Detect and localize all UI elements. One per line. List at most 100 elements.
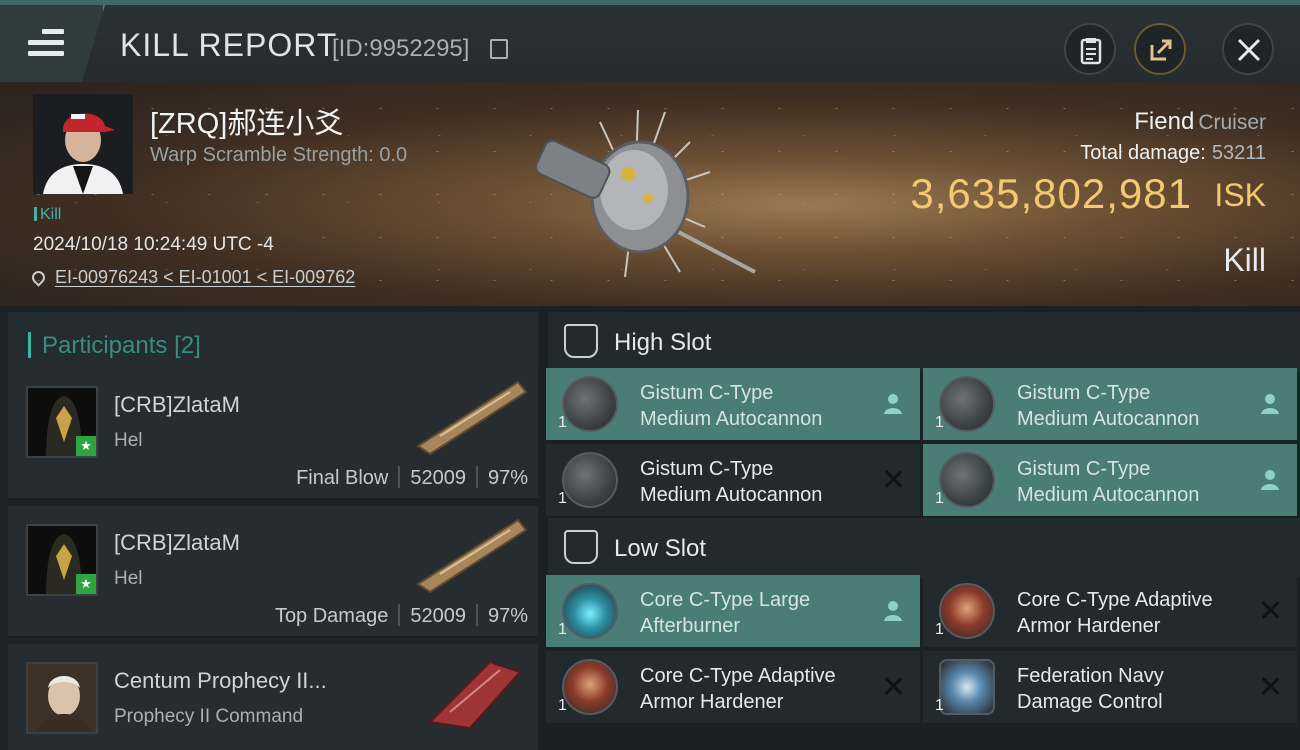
module-item[interactable]: 1 Core C-Type Adaptive Armor Hardener [546, 651, 920, 723]
autocannon-icon [562, 452, 618, 508]
participant-percent: 97% [487, 605, 528, 627]
report-id: [ID:9952295] [332, 35, 470, 62]
module-name: Core C-Type Large Afterburner [640, 589, 811, 637]
clipboard-button[interactable] [1064, 23, 1116, 75]
participant-ship: Prophecy II Command [114, 706, 304, 727]
hamburger-menu-icon [28, 29, 64, 57]
low-slot-icon [564, 530, 598, 564]
share-button[interactable] [1134, 23, 1186, 75]
victim-ship-line: Fiend Cruiser [1134, 108, 1266, 136]
damage-control-icon [939, 659, 995, 715]
participant-ship: Hel [114, 430, 143, 451]
armor-hardener-icon [562, 659, 618, 715]
accent-bar [28, 332, 31, 358]
victim-ship-image [535, 109, 756, 278]
module-name: Core C-Type Adaptive Armor Hardener [1017, 589, 1213, 637]
module-quantity: 1 [935, 697, 944, 714]
destroyed-x-icon [1259, 599, 1281, 621]
module-item[interactable]: 1 Core C-Type Large Afterburner [546, 575, 920, 647]
victim-ship-name[interactable]: Fiend [1134, 108, 1194, 135]
victim-banner: [ZRQ]郝连小爻 Warp Scramble Strength: 0.0 Ki… [0, 82, 1300, 306]
victim-ship-class: Cruiser [1198, 111, 1266, 134]
isk-unit: ISK [1214, 177, 1266, 213]
kill-report-header: KILL REPORT [ID:9952295] [0, 0, 1300, 82]
high-slot-title: High Slot [614, 329, 712, 356]
autocannon-icon [939, 376, 995, 432]
location-pin-icon [29, 268, 48, 287]
participant-percent: 97% [487, 467, 528, 489]
high-slot-header: High Slot [548, 312, 1300, 372]
participant-name[interactable]: [CRB]ZlataM [114, 392, 240, 418]
page-title: KILL REPORT [120, 27, 338, 63]
destroyed-x-icon [882, 468, 904, 490]
destroyed-x-icon [1259, 675, 1281, 697]
clipboard-icon [1080, 38, 1102, 65]
module-name: Gistum C-Type Medium Autocannon [1017, 458, 1200, 506]
victim-name[interactable]: [ZRQ]郝连小爻 [150, 100, 343, 142]
module-name: Core C-Type Adaptive Armor Hardener [640, 665, 836, 713]
module-quantity: 1 [935, 621, 944, 638]
afterburner-icon [562, 583, 618, 639]
participants-header: Participants [2] [8, 312, 538, 368]
copy-icon[interactable] [490, 39, 508, 59]
participant-ship-image [416, 380, 528, 456]
participant-row[interactable]: ★ [CRB]ZlataM Hel Top Damage 52009 97% [8, 506, 538, 638]
module-quantity: 1 [558, 621, 567, 638]
participant-stats: Top Damage 52009 97% [275, 604, 528, 628]
participant-damage: 52009 [410, 467, 466, 489]
armor-hardener-icon [939, 583, 995, 639]
total-damage-label: Total damage: [1080, 142, 1206, 164]
kill-tag: Kill [34, 206, 61, 224]
low-slot-title: Low Slot [614, 535, 707, 562]
module-quantity: 1 [935, 414, 944, 431]
module-quantity: 1 [558, 490, 567, 507]
low-slot-header: Low Slot [548, 518, 1300, 578]
close-icon [1237, 38, 1261, 62]
participant-name[interactable]: Centum Prophecy II... [114, 668, 327, 694]
module-quantity: 1 [558, 414, 567, 431]
module-item[interactable]: 1 Federation Navy Damage Control [923, 651, 1297, 723]
participant-avatar[interactable]: ★ [26, 524, 98, 596]
kill-tag-label: Kill [40, 206, 62, 223]
participant-stats: Final Blow 52009 97% [296, 466, 528, 490]
module-item[interactable]: 1 Gistum C-Type Medium Autocannon [923, 368, 1297, 440]
module-name: Federation Navy Damage Control [1017, 665, 1164, 713]
participant-row[interactable]: Centum Prophecy II... Prophecy II Comman… [8, 644, 538, 750]
module-item[interactable]: 1 Gistum C-Type Medium Autocannon [546, 368, 920, 440]
module-quantity: 1 [935, 490, 944, 507]
module-item[interactable]: 1 Core C-Type Adaptive Armor Hardener [923, 575, 1297, 647]
participant-ship: Hel [114, 568, 143, 589]
result-label: Kill [1223, 242, 1266, 278]
module-name: Gistum C-Type Medium Autocannon [640, 382, 823, 430]
total-damage-value: 53211 [1211, 142, 1266, 164]
autocannon-icon [562, 376, 618, 432]
location-link[interactable]: EI-00976243 < EI-01001 < EI-009762 [29, 267, 355, 288]
share-icon [1150, 39, 1172, 61]
victim-avatar[interactable] [33, 94, 133, 194]
dropped-person-icon [1261, 394, 1279, 414]
destroyed-x-icon [882, 675, 904, 697]
close-button[interactable] [1222, 23, 1274, 75]
warp-scramble-strength: Warp Scramble Strength: 0.0 [150, 144, 408, 166]
participant-name[interactable]: [CRB]ZlataM [114, 530, 240, 556]
isk-value: 3,635,802,981 [910, 170, 1192, 217]
participants-title: Participants [2] [42, 332, 201, 359]
menu-button[interactable] [0, 5, 105, 82]
star-badge-icon: ★ [76, 436, 96, 456]
participant-avatar[interactable]: ★ [26, 386, 98, 458]
participant-row[interactable]: ★ [CRB]ZlataM Hel Final Blow 52009 97% [8, 368, 538, 500]
participant-avatar[interactable] [26, 662, 98, 734]
location-route[interactable]: EI-00976243 < EI-01001 < EI-009762 [55, 267, 355, 287]
module-name: Gistum C-Type Medium Autocannon [1017, 382, 1200, 430]
dropped-person-icon [884, 601, 902, 621]
participant-ship-image [427, 660, 522, 730]
star-badge-icon: ★ [76, 574, 96, 594]
kill-timestamp: 2024/10/18 10:24:49 UTC -4 [33, 234, 274, 255]
module-item[interactable]: 1 Gistum C-Type Medium Autocannon [546, 444, 920, 516]
module-item[interactable]: 1 Gistum C-Type Medium Autocannon [923, 444, 1297, 516]
total-damage: Total damage: 53211 [1080, 142, 1266, 165]
participants-count: [2] [174, 332, 201, 359]
participant-role: Final Blow [296, 467, 389, 489]
autocannon-icon [939, 452, 995, 508]
participants-panel: Participants [2] ★ [CRB]ZlataM Hel Final… [0, 306, 540, 750]
